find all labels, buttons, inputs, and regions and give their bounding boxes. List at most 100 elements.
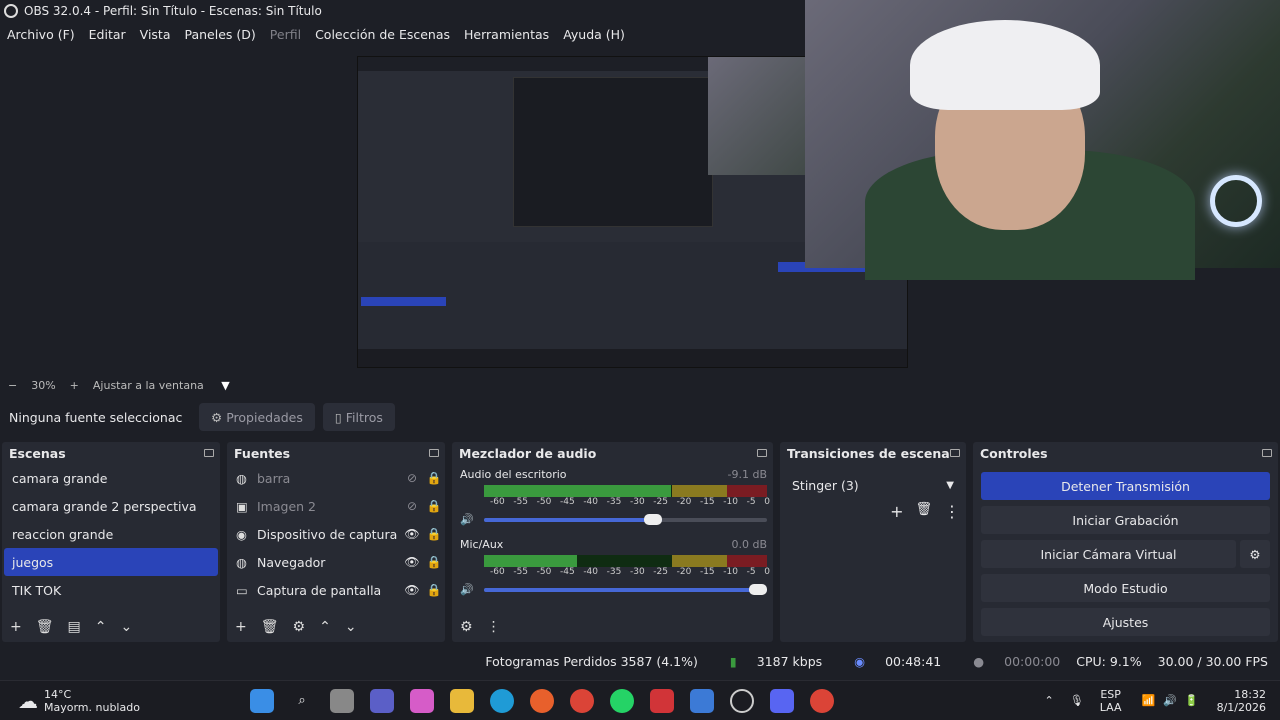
sources-title: Fuentes: [234, 445, 291, 461]
undock-icon[interactable]: [429, 449, 439, 457]
lock-icon[interactable]: 🔒: [423, 471, 445, 485]
filter-icon: ▯: [334, 409, 342, 425]
eye-icon[interactable]: 👁: [401, 555, 423, 569]
whatsapp-icon[interactable]: [610, 688, 634, 713]
menu-editar[interactable]: Editar: [89, 27, 126, 42]
kebab-menu-icon[interactable]: ⋮: [487, 619, 501, 635]
language-indicator[interactable]: ESP LAA: [1100, 688, 1122, 714]
filters-label: Filtros: [345, 409, 383, 425]
store-icon[interactable]: [690, 688, 714, 713]
move-up-icon[interactable]: ⌃: [319, 619, 331, 635]
zoom-level: 30%: [31, 378, 56, 392]
move-down-icon[interactable]: ⌄: [345, 619, 357, 635]
undock-icon[interactable]: [1262, 449, 1272, 457]
eye-slash-icon[interactable]: ⊘: [401, 499, 423, 513]
source-item[interactable]: ◍ Navegador 👁 🔒: [227, 548, 445, 576]
task-view-icon[interactable]: [330, 688, 354, 713]
menu-perfil[interactable]: Perfil: [270, 27, 301, 42]
file-explorer-icon[interactable]: [450, 688, 474, 713]
filters-icon[interactable]: ▤: [68, 619, 81, 635]
source-item[interactable]: ▭ Captura de pantalla 👁 🔒: [227, 576, 445, 604]
scene-item[interactable]: TIK TOK: [4, 576, 218, 604]
menu-herramientas[interactable]: Herramientas: [464, 27, 549, 42]
source-item[interactable]: ▣ Imagen 2 ⊘ 🔒: [227, 492, 445, 520]
menu-archivo[interactable]: Archivo (F): [7, 27, 75, 42]
lock-icon[interactable]: 🔒: [423, 583, 445, 597]
wifi-icon[interactable]: 📶: [1141, 694, 1155, 707]
mixer-footer: ⚙ ⋮: [452, 618, 773, 636]
move-down-icon[interactable]: ⌄: [120, 619, 132, 635]
stop-stream-button[interactable]: Detener Transmisión: [981, 472, 1270, 500]
eye-slash-icon[interactable]: ⊘: [401, 471, 423, 485]
zoom-in-button[interactable]: +: [70, 379, 79, 392]
db-tick: -55: [513, 497, 529, 507]
trash-icon[interactable]: 🗑: [36, 619, 54, 635]
gear-icon: ⚙: [211, 409, 223, 425]
source-item[interactable]: ◉ Dispositivo de captura d 👁 🔒: [227, 520, 445, 548]
obs-icon[interactable]: [730, 688, 754, 713]
transitions-title: Transiciones de escena: [787, 445, 950, 461]
move-up-icon[interactable]: ⌃: [95, 619, 107, 635]
menu-ayuda[interactable]: Ayuda (H): [563, 27, 625, 42]
channel-name: Mic/Aux: [460, 538, 504, 551]
kebab-menu-icon[interactable]: ⋮: [944, 502, 960, 521]
transition-select[interactable]: Stinger (3) ▼: [786, 472, 960, 498]
lock-icon[interactable]: 🔒: [423, 527, 445, 541]
source-item[interactable]: ◍ barra ⊘ 🔒: [227, 464, 445, 492]
studio-mode-button[interactable]: Modo Estudio: [981, 574, 1270, 602]
menu-paneles[interactable]: Paneles (D): [185, 27, 256, 42]
db-tick: -40: [583, 497, 599, 507]
advanced-audio-icon[interactable]: ⚙: [460, 619, 473, 635]
chrome-icon[interactable]: [570, 688, 594, 713]
volume-slider[interactable]: [484, 583, 767, 595]
fit-window-button[interactable]: Ajustar a la ventana ▼: [93, 379, 244, 392]
signal-icon: ▮: [729, 653, 737, 669]
zoom-out-button[interactable]: −: [8, 379, 17, 392]
menu-vista[interactable]: Vista: [140, 27, 171, 42]
db-tick: -55: [513, 567, 529, 577]
scene-item[interactable]: camara grande: [4, 464, 218, 492]
undock-icon[interactable]: [204, 449, 214, 457]
settings-button[interactable]: Ajustes: [981, 608, 1270, 636]
clock[interactable]: 18:32 8/1/2026: [1217, 688, 1266, 714]
volume-slider[interactable]: [484, 513, 767, 525]
channel-db: 0.0 dB: [731, 538, 767, 551]
eye-icon[interactable]: 👁: [401, 527, 423, 541]
virtual-camera-settings-icon[interactable]: ⚙: [1240, 540, 1270, 568]
scene-item[interactable]: reaccion grande: [4, 520, 218, 548]
add-scene-button[interactable]: +: [10, 619, 22, 635]
add-source-button[interactable]: +: [235, 619, 247, 635]
chrome-2-icon[interactable]: [810, 688, 834, 713]
teams-icon[interactable]: [370, 688, 394, 713]
mic-icon[interactable]: 🎙: [1070, 694, 1084, 707]
office-icon[interactable]: [650, 688, 674, 713]
lock-icon[interactable]: 🔒: [423, 499, 445, 513]
undock-icon[interactable]: [757, 449, 767, 457]
weather-widget[interactable]: ☁ 14°C Mayorm. nublado: [18, 688, 218, 714]
trash-icon[interactable]: 🗑: [261, 619, 279, 635]
virtual-camera-button[interactable]: Iniciar Cámara Virtual: [981, 540, 1236, 568]
properties-button[interactable]: ⚙ Propiedades: [199, 403, 315, 431]
volume-icon[interactable]: 🔊: [1163, 694, 1177, 707]
edge-icon[interactable]: [490, 688, 514, 713]
scene-item[interactable]: juegos: [4, 548, 218, 576]
discord-icon[interactable]: [770, 688, 794, 713]
start-recording-button[interactable]: Iniciar Grabación: [981, 506, 1270, 534]
lock-icon[interactable]: 🔒: [423, 555, 445, 569]
filters-button[interactable]: ▯ Filtros: [322, 403, 395, 431]
battery-icon[interactable]: 🔋: [1185, 694, 1199, 707]
source-name: Captura de pantalla: [257, 582, 382, 598]
windows-start-icon[interactable]: [250, 688, 274, 713]
rec-time: ● 00:00:00: [957, 654, 1060, 669]
menu-coleccion[interactable]: Colección de Escenas: [315, 27, 450, 42]
scene-item[interactable]: camara grande 2 perspectiva: [4, 492, 218, 520]
trash-icon[interactable]: 🗑: [915, 502, 932, 521]
firefox-icon[interactable]: [530, 688, 554, 713]
search-icon[interactable]: ⌕: [290, 689, 314, 713]
undock-icon[interactable]: [950, 449, 960, 457]
eye-icon[interactable]: 👁: [401, 583, 423, 597]
add-transition-button[interactable]: +: [890, 502, 903, 521]
tray-chevron-icon[interactable]: ⌃: [1045, 694, 1054, 707]
gear-icon[interactable]: ⚙: [293, 619, 306, 635]
copilot-icon[interactable]: [410, 688, 434, 713]
